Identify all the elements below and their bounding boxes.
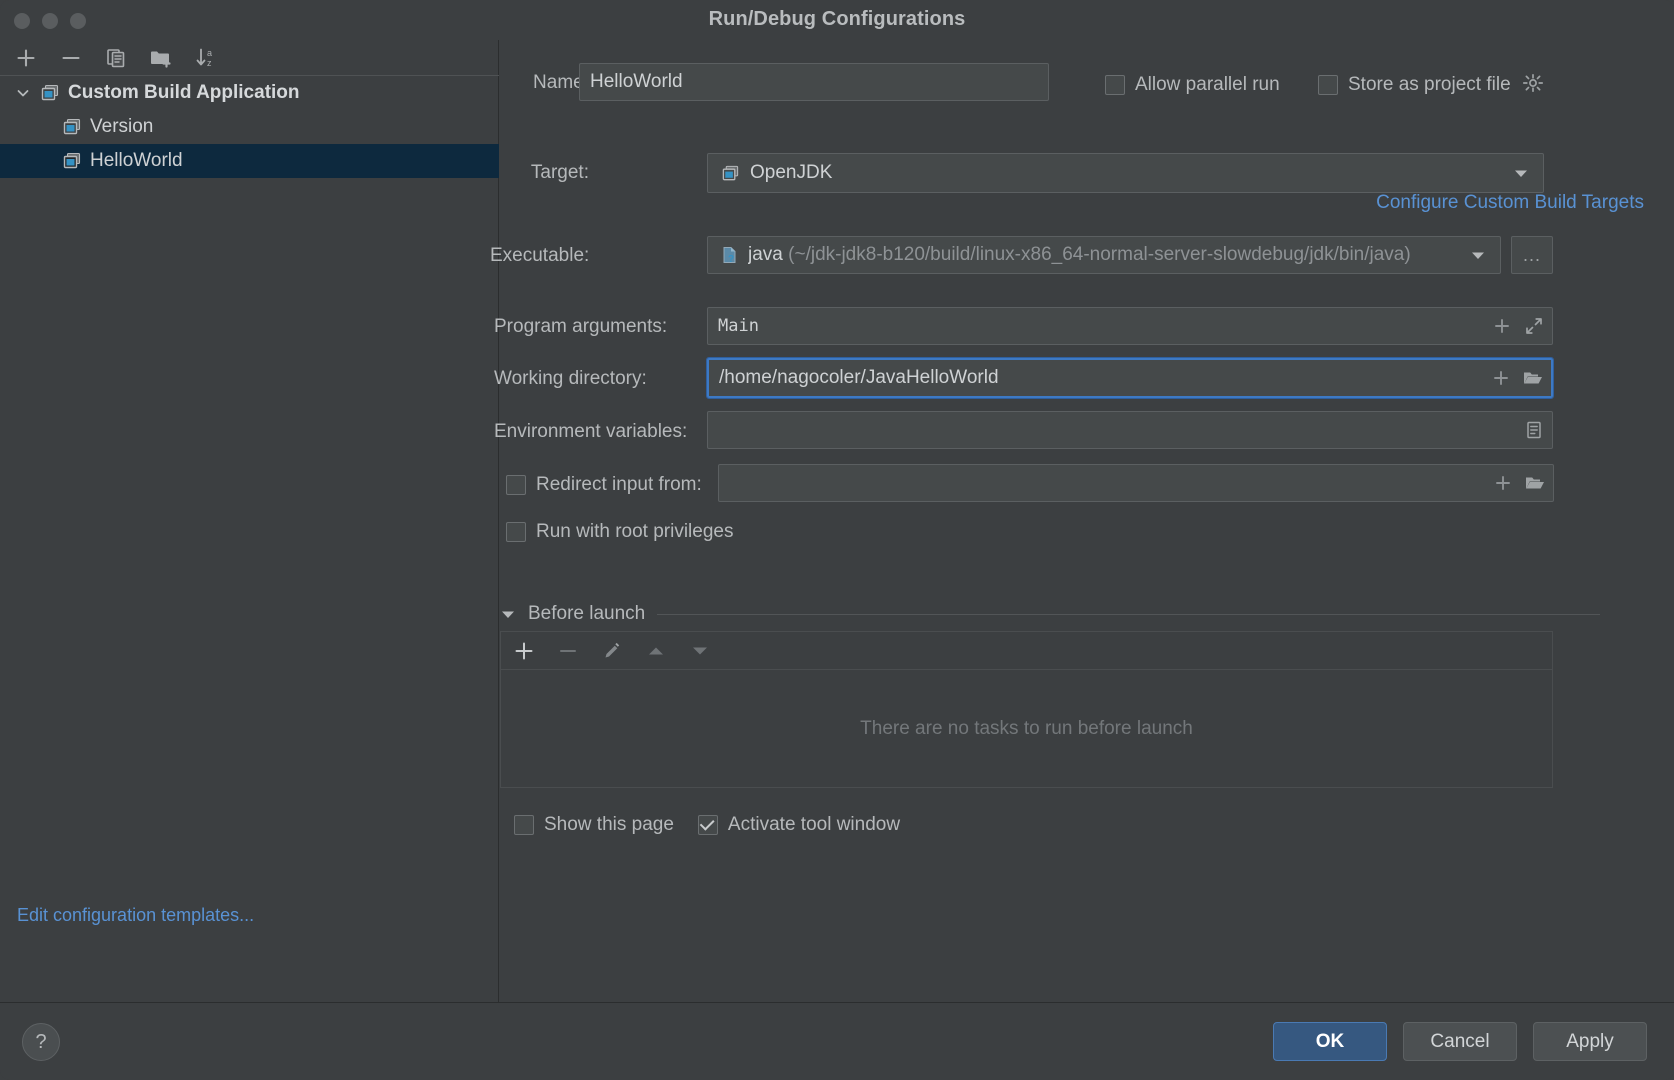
ok-button[interactable]: OK [1273, 1022, 1387, 1061]
help-button[interactable]: ? [22, 1023, 60, 1061]
allow-parallel-run-label: Allow parallel run [1135, 74, 1280, 95]
activate-tool-window-label: Activate tool window [727, 814, 901, 835]
show-this-page-checkbox-box[interactable] [514, 815, 534, 835]
working-directory-input[interactable]: /home/nagocoler/JavaHelloWorld [706, 357, 1554, 399]
dialog-footer: ? OK Cancel Apply [0, 1002, 1674, 1080]
run-with-root-privileges-label: Run with root privileges [536, 521, 734, 542]
environment-variables-label: Environment variables: [494, 421, 688, 442]
executable-value: java [748, 244, 783, 265]
allow-parallel-run-checkbox-box[interactable] [1105, 75, 1125, 95]
executable-browse-button[interactable]: ... [1511, 236, 1553, 274]
sort-alpha-icon[interactable]: a z [190, 43, 222, 73]
show-this-page-checkbox[interactable]: Show this page [514, 814, 674, 836]
expand-editor-icon[interactable] [1522, 314, 1546, 338]
working-directory-label: Working directory: [494, 368, 647, 389]
add-task-button[interactable] [509, 636, 539, 666]
gear-icon[interactable] [1522, 73, 1544, 100]
target-combobox[interactable]: OpenJDK [707, 153, 1544, 193]
edit-task-button[interactable] [597, 636, 627, 666]
name-input-value: HelloWorld [590, 71, 683, 92]
target-combobox-value: OpenJDK [750, 162, 833, 183]
configure-custom-build-targets-link[interactable]: Configure Custom Build Targets [1376, 192, 1644, 214]
copy-configuration-icon[interactable] [100, 43, 132, 73]
run-with-root-privileges-checkbox-box[interactable] [506, 522, 526, 542]
store-as-project-file-checkbox-box[interactable] [1318, 75, 1338, 95]
configuration-type-icon [40, 83, 60, 103]
program-arguments-value: Main [718, 316, 759, 336]
tree-item-helloworld[interactable]: HelloWorld [0, 144, 499, 178]
run-with-root-privileges-checkbox[interactable]: Run with root privileges [506, 521, 733, 543]
chevron-down-icon[interactable] [1509, 161, 1533, 185]
run-debug-configurations-dialog: Run/Debug Configurations a z Custom Buil… [0, 0, 1674, 1080]
executable-file-icon: ? [718, 243, 742, 267]
store-as-project-file-checkbox[interactable]: Store as project file [1318, 74, 1511, 96]
working-directory-value: /home/nagocoler/JavaHelloWorld [719, 367, 999, 388]
add-configuration-button[interactable] [10, 43, 42, 73]
svg-text:?: ? [728, 254, 734, 265]
chevron-down-icon[interactable] [1466, 243, 1490, 267]
before-launch-toolbar [500, 631, 1553, 669]
cancel-button[interactable]: Cancel [1403, 1022, 1517, 1061]
environment-variables-input[interactable] [707, 411, 1553, 449]
executable-combobox[interactable]: ? java (~/jdk-jdk8-b120/build/linux-x86_… [707, 236, 1501, 274]
program-arguments-input[interactable]: Main [707, 307, 1553, 345]
insert-macro-icon[interactable] [1490, 314, 1514, 338]
sidebar-toolbar: a z [0, 40, 499, 75]
svg-text:z: z [207, 58, 212, 68]
dialog-buttons: OK Cancel Apply [1273, 1022, 1647, 1061]
apply-button[interactable]: Apply [1533, 1022, 1647, 1061]
name-input[interactable]: HelloWorld [579, 63, 1049, 101]
activate-tool-window-checkbox-box[interactable] [697, 815, 718, 835]
remove-task-button[interactable] [553, 636, 583, 666]
tree-item-label: Version [90, 116, 154, 137]
insert-macro-icon[interactable] [1491, 471, 1515, 495]
remove-configuration-button[interactable] [55, 43, 87, 73]
browse-folder-icon[interactable] [1521, 366, 1545, 390]
configuration-icon [62, 151, 82, 171]
allow-parallel-run-checkbox[interactable]: Allow parallel run [1105, 74, 1280, 96]
svg-text:a: a [207, 48, 212, 58]
folder-add-icon[interactable] [145, 43, 177, 73]
browse-folder-icon[interactable] [1523, 471, 1547, 495]
redirect-input-from-input[interactable] [718, 464, 1554, 502]
configurations-sidebar: a z Custom Build Application Version Hel… [0, 40, 499, 1002]
configurations-tree: Custom Build Application Version HelloWo… [0, 75, 499, 178]
target-type-icon [718, 161, 742, 185]
configuration-icon [62, 117, 82, 137]
redirect-input-from-label: Redirect input from: [536, 474, 702, 495]
ellipsis-icon: ... [1522, 244, 1541, 265]
show-this-page-label: Show this page [544, 814, 674, 835]
move-task-down-button[interactable] [685, 636, 715, 666]
edit-environment-variables-icon[interactable] [1522, 418, 1546, 442]
move-task-up-button[interactable] [641, 636, 671, 666]
dialog-title: Run/Debug Configurations [708, 8, 966, 30]
chevron-down-icon[interactable] [10, 80, 36, 106]
redirect-input-from-checkbox-box[interactable] [506, 475, 526, 495]
tree-item-version[interactable]: Version [0, 110, 499, 144]
activate-tool-window-checkbox[interactable]: Activate tool window [697, 814, 901, 836]
target-label: Target: [530, 162, 589, 183]
redirect-input-from-checkbox[interactable]: Redirect input from: [506, 474, 702, 496]
before-launch-title: Before launch [528, 603, 646, 624]
tree-item-custom-build-application[interactable]: Custom Build Application [0, 76, 499, 110]
before-launch-empty-text: There are no tasks to run before launch [860, 717, 1193, 739]
store-as-project-file-label: Store as project file [1348, 74, 1511, 95]
executable-label: Executable: [490, 245, 590, 266]
program-arguments-label: Program arguments: [494, 316, 668, 337]
tree-item-label: Custom Build Application [68, 82, 300, 103]
configuration-form: Name: HelloWorld Allow parallel run Stor… [490, 40, 1674, 1002]
before-launch-options: Show this page Activate tool window [514, 814, 900, 836]
title-bar: Run/Debug Configurations [0, 0, 1674, 40]
executable-path: (~/jdk-jdk8-b120/build/linux-x86_64-norm… [788, 244, 1411, 265]
edit-configuration-templates-link[interactable]: Edit configuration templates... [17, 905, 254, 926]
insert-macro-icon[interactable] [1489, 366, 1513, 390]
before-launch-task-list[interactable]: There are no tasks to run before launch [500, 669, 1553, 788]
triangle-down-icon[interactable] [500, 608, 516, 620]
tree-item-label: HelloWorld [90, 150, 183, 171]
name-label: Name: [533, 72, 589, 93]
before-launch-divider [657, 613, 1600, 615]
before-launch-header[interactable]: Before launch [500, 603, 1600, 625]
